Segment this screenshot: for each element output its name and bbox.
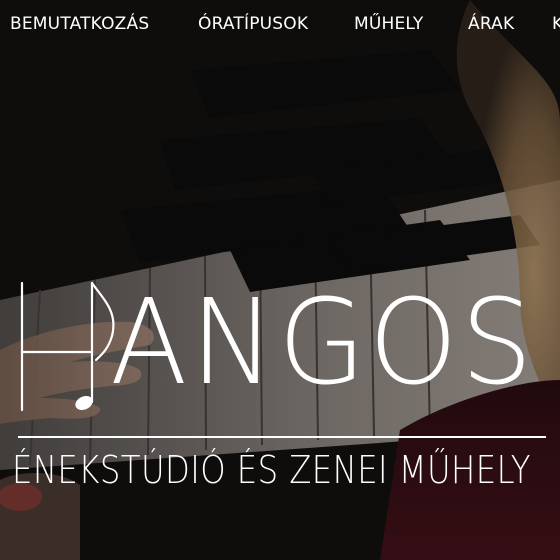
logo-divider xyxy=(18,436,546,438)
nav-item-oratipusok[interactable]: ÓRATÍPUSOK xyxy=(198,14,308,34)
nav-item-bemutatkozas[interactable]: BEMUTATKOZÁS xyxy=(10,14,149,34)
logo-wordmark: ANGOS xyxy=(110,273,536,411)
main-navigation: BEMUTATKOZÁS ÓRATÍPUSOK MŰHELY ÁRAK K xyxy=(0,0,560,52)
logo-tagline: ÉNEKSTÚDIÓ ÉS ZENEI MŰHELY xyxy=(12,448,531,492)
nav-item-muhely[interactable]: MŰHELY xyxy=(354,14,423,34)
hero-banner: BEMUTATKOZÁS ÓRATÍPUSOK MŰHELY ÁRAK K AN… xyxy=(0,0,560,560)
nav-item-kapcsolat[interactable]: K xyxy=(552,14,560,34)
nav-item-arak[interactable]: ÁRAK xyxy=(468,14,514,34)
